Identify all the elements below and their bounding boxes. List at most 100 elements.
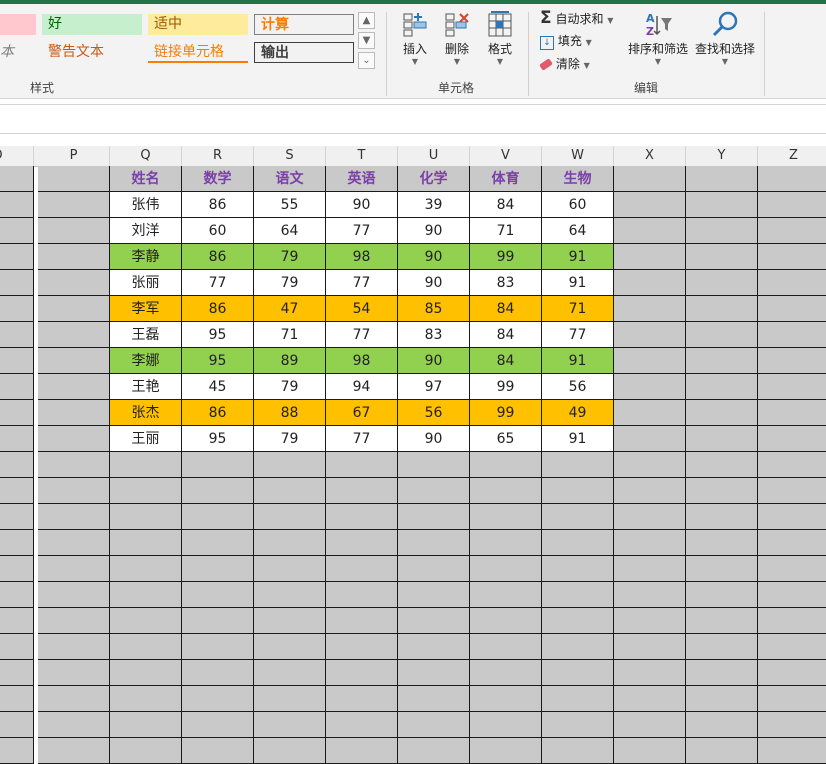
- empty-cell[interactable]: [758, 400, 826, 426]
- style-output[interactable]: 输出: [254, 42, 354, 63]
- score-cell[interactable]: 77: [326, 322, 398, 348]
- empty-cell[interactable]: [326, 556, 398, 582]
- score-cell[interactable]: 95: [182, 348, 254, 374]
- empty-cell[interactable]: [0, 686, 34, 712]
- style-neutral[interactable]: 适中: [148, 14, 248, 35]
- empty-cell[interactable]: [110, 712, 182, 738]
- empty-cell[interactable]: [38, 322, 110, 348]
- empty-cell[interactable]: [110, 738, 182, 764]
- empty-cell[interactable]: [0, 270, 34, 296]
- empty-cell[interactable]: [614, 374, 686, 400]
- name-cell[interactable]: 李军: [110, 296, 182, 322]
- name-cell[interactable]: 刘洋: [110, 218, 182, 244]
- score-cell[interactable]: 86: [182, 244, 254, 270]
- score-cell[interactable]: 79: [254, 426, 326, 452]
- empty-cell[interactable]: [398, 504, 470, 530]
- name-cell[interactable]: 张丽: [110, 270, 182, 296]
- score-cell[interactable]: 98: [326, 244, 398, 270]
- empty-cell[interactable]: [326, 712, 398, 738]
- score-cell[interactable]: 99: [470, 400, 542, 426]
- empty-cell[interactable]: [758, 374, 826, 400]
- style-good[interactable]: 好: [42, 14, 142, 35]
- fill-button[interactable]: ↓ 填充 ▼: [540, 32, 592, 50]
- empty-cell[interactable]: [110, 556, 182, 582]
- empty-cell[interactable]: [470, 452, 542, 478]
- empty-cell[interactable]: [182, 634, 254, 660]
- empty-cell[interactable]: [38, 660, 110, 686]
- empty-cell[interactable]: [614, 400, 686, 426]
- empty-cell[interactable]: [38, 530, 110, 556]
- empty-cell[interactable]: [542, 686, 614, 712]
- score-cell[interactable]: 71: [470, 218, 542, 244]
- score-cell[interactable]: 90: [398, 426, 470, 452]
- score-cell[interactable]: 39: [398, 192, 470, 218]
- score-cell[interactable]: 79: [254, 374, 326, 400]
- score-cell[interactable]: 67: [326, 400, 398, 426]
- score-cell[interactable]: 77: [326, 218, 398, 244]
- empty-cell[interactable]: [110, 608, 182, 634]
- score-cell[interactable]: 86: [182, 400, 254, 426]
- score-cell[interactable]: 99: [470, 244, 542, 270]
- empty-cell[interactable]: [614, 582, 686, 608]
- empty-cell[interactable]: [614, 348, 686, 374]
- empty-cell[interactable]: [38, 738, 110, 764]
- empty-cell[interactable]: [758, 582, 826, 608]
- empty-cell[interactable]: [758, 738, 826, 764]
- empty-cell[interactable]: [758, 504, 826, 530]
- empty-cell[interactable]: [542, 660, 614, 686]
- empty-cell[interactable]: [0, 582, 34, 608]
- empty-cell[interactable]: [38, 686, 110, 712]
- style-linked-cell[interactable]: 链接单元格: [148, 42, 248, 63]
- column-header-o[interactable]: O: [0, 146, 34, 166]
- empty-cell[interactable]: [758, 478, 826, 504]
- empty-cell[interactable]: [398, 530, 470, 556]
- empty-cell[interactable]: [614, 270, 686, 296]
- name-cell[interactable]: 李娜: [110, 348, 182, 374]
- name-cell[interactable]: 王磊: [110, 322, 182, 348]
- sort-filter-button[interactable]: A Z 排序和筛选 ▼: [626, 10, 690, 66]
- name-cell[interactable]: 张伟: [110, 192, 182, 218]
- empty-cell[interactable]: [614, 686, 686, 712]
- empty-cell[interactable]: [182, 556, 254, 582]
- score-cell[interactable]: 60: [182, 218, 254, 244]
- score-cell[interactable]: 83: [470, 270, 542, 296]
- table-header-cell[interactable]: 生物: [542, 166, 614, 192]
- empty-cell[interactable]: [686, 582, 758, 608]
- empty-cell[interactable]: [38, 556, 110, 582]
- empty-cell[interactable]: [398, 556, 470, 582]
- gallery-scroll-up-button[interactable]: ▲: [358, 12, 375, 29]
- empty-cell[interactable]: [0, 218, 34, 244]
- empty-cell[interactable]: [614, 426, 686, 452]
- empty-cell[interactable]: [38, 478, 110, 504]
- score-cell[interactable]: 98: [326, 348, 398, 374]
- empty-cell[interactable]: [0, 608, 34, 634]
- style-calculation[interactable]: 计算: [254, 14, 354, 35]
- empty-cell[interactable]: [398, 582, 470, 608]
- empty-cell[interactable]: [0, 166, 34, 192]
- score-cell[interactable]: 90: [326, 192, 398, 218]
- column-header-q[interactable]: Q: [110, 146, 182, 166]
- empty-cell[interactable]: [614, 712, 686, 738]
- empty-cell[interactable]: [758, 530, 826, 556]
- insert-button[interactable]: 插入 ▼: [398, 10, 432, 66]
- column-header-z[interactable]: Z: [758, 146, 826, 166]
- score-cell[interactable]: 91: [542, 244, 614, 270]
- empty-cell[interactable]: [686, 322, 758, 348]
- empty-cell[interactable]: [254, 634, 326, 660]
- empty-cell[interactable]: [686, 244, 758, 270]
- score-cell[interactable]: 84: [470, 192, 542, 218]
- score-cell[interactable]: 47: [254, 296, 326, 322]
- score-cell[interactable]: 85: [398, 296, 470, 322]
- table-header-cell[interactable]: 化学: [398, 166, 470, 192]
- score-cell[interactable]: 79: [254, 244, 326, 270]
- empty-cell[interactable]: [758, 712, 826, 738]
- empty-cell[interactable]: [38, 296, 110, 322]
- empty-cell[interactable]: [542, 608, 614, 634]
- score-cell[interactable]: 97: [398, 374, 470, 400]
- name-cell[interactable]: 王艳: [110, 374, 182, 400]
- empty-cell[interactable]: [686, 166, 758, 192]
- clear-button[interactable]: 清除 ▼: [539, 55, 590, 72]
- empty-cell[interactable]: [614, 608, 686, 634]
- empty-cell[interactable]: [470, 712, 542, 738]
- empty-cell[interactable]: [326, 738, 398, 764]
